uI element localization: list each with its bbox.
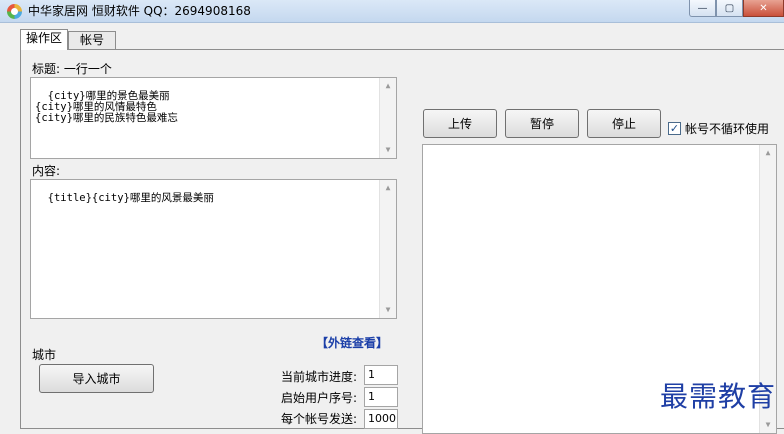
- title-scrollbar[interactable]: ▲ ▼: [379, 78, 396, 158]
- external-link-view[interactable]: 【外链查看】: [316, 334, 388, 351]
- content-scrollbar[interactable]: ▲ ▼: [379, 180, 396, 318]
- check-icon: ✓: [669, 122, 680, 135]
- content-textarea-text: {title}{city}哪里的风景最美丽: [47, 192, 214, 204]
- tab-account[interactable]: 帐号: [68, 31, 116, 50]
- per-account-send-label: 每个帐号发送:: [281, 412, 358, 426]
- current-city-progress-input[interactable]: 1: [364, 365, 398, 385]
- scroll-up-icon[interactable]: ▲: [380, 78, 396, 94]
- maximize-icon: ▢: [724, 2, 735, 14]
- city-label: 城市: [32, 348, 57, 362]
- close-icon: ✕: [759, 2, 768, 14]
- tab-operations[interactable]: 操作区: [20, 29, 68, 50]
- title-textarea-text: {city}哪里的景色最美丽 {city}哪里的风情最特色 {city}哪里的民…: [35, 90, 178, 124]
- upload-button[interactable]: 上传: [423, 109, 497, 138]
- start-user-index-input[interactable]: 1: [364, 387, 398, 407]
- import-city-button[interactable]: 导入城市: [39, 364, 154, 393]
- maximize-button[interactable]: ▢: [716, 0, 743, 17]
- per-account-send-input[interactable]: 1000: [364, 409, 398, 429]
- content-textarea[interactable]: {title}{city}哪里的风景最美丽 ▲ ▼: [30, 179, 397, 319]
- stop-button[interactable]: 停止: [587, 109, 661, 138]
- title-textarea[interactable]: {city}哪里的景色最美丽 {city}哪里的风情最特色 {city}哪里的民…: [30, 77, 397, 159]
- scroll-up-icon[interactable]: ▲: [760, 145, 776, 161]
- title-label: 标题: 一行一个: [32, 62, 112, 76]
- current-city-progress-label: 当前城市进度:: [281, 370, 358, 384]
- no-loop-checkbox[interactable]: ✓: [668, 122, 681, 135]
- pause-button[interactable]: 暂停: [505, 109, 579, 138]
- scroll-down-icon[interactable]: ▼: [380, 142, 396, 158]
- minimize-button[interactable]: —: [689, 0, 716, 17]
- scroll-down-icon[interactable]: ▼: [380, 302, 396, 318]
- scroll-up-icon[interactable]: ▲: [380, 180, 396, 196]
- app-logo-icon: [7, 4, 22, 19]
- close-button[interactable]: ✕: [743, 0, 784, 17]
- watermark-logo: 最需教育: [660, 380, 777, 413]
- start-user-index-label: 启始用户序号:: [281, 391, 358, 405]
- minimize-icon: —: [697, 2, 708, 14]
- scroll-down-icon[interactable]: ▼: [760, 417, 776, 433]
- no-loop-label: 帐号不循环使用: [685, 122, 770, 136]
- window-title: 中华家居网 恒财软件 QQ：2694908168: [28, 4, 251, 18]
- content-label: 内容:: [32, 164, 61, 178]
